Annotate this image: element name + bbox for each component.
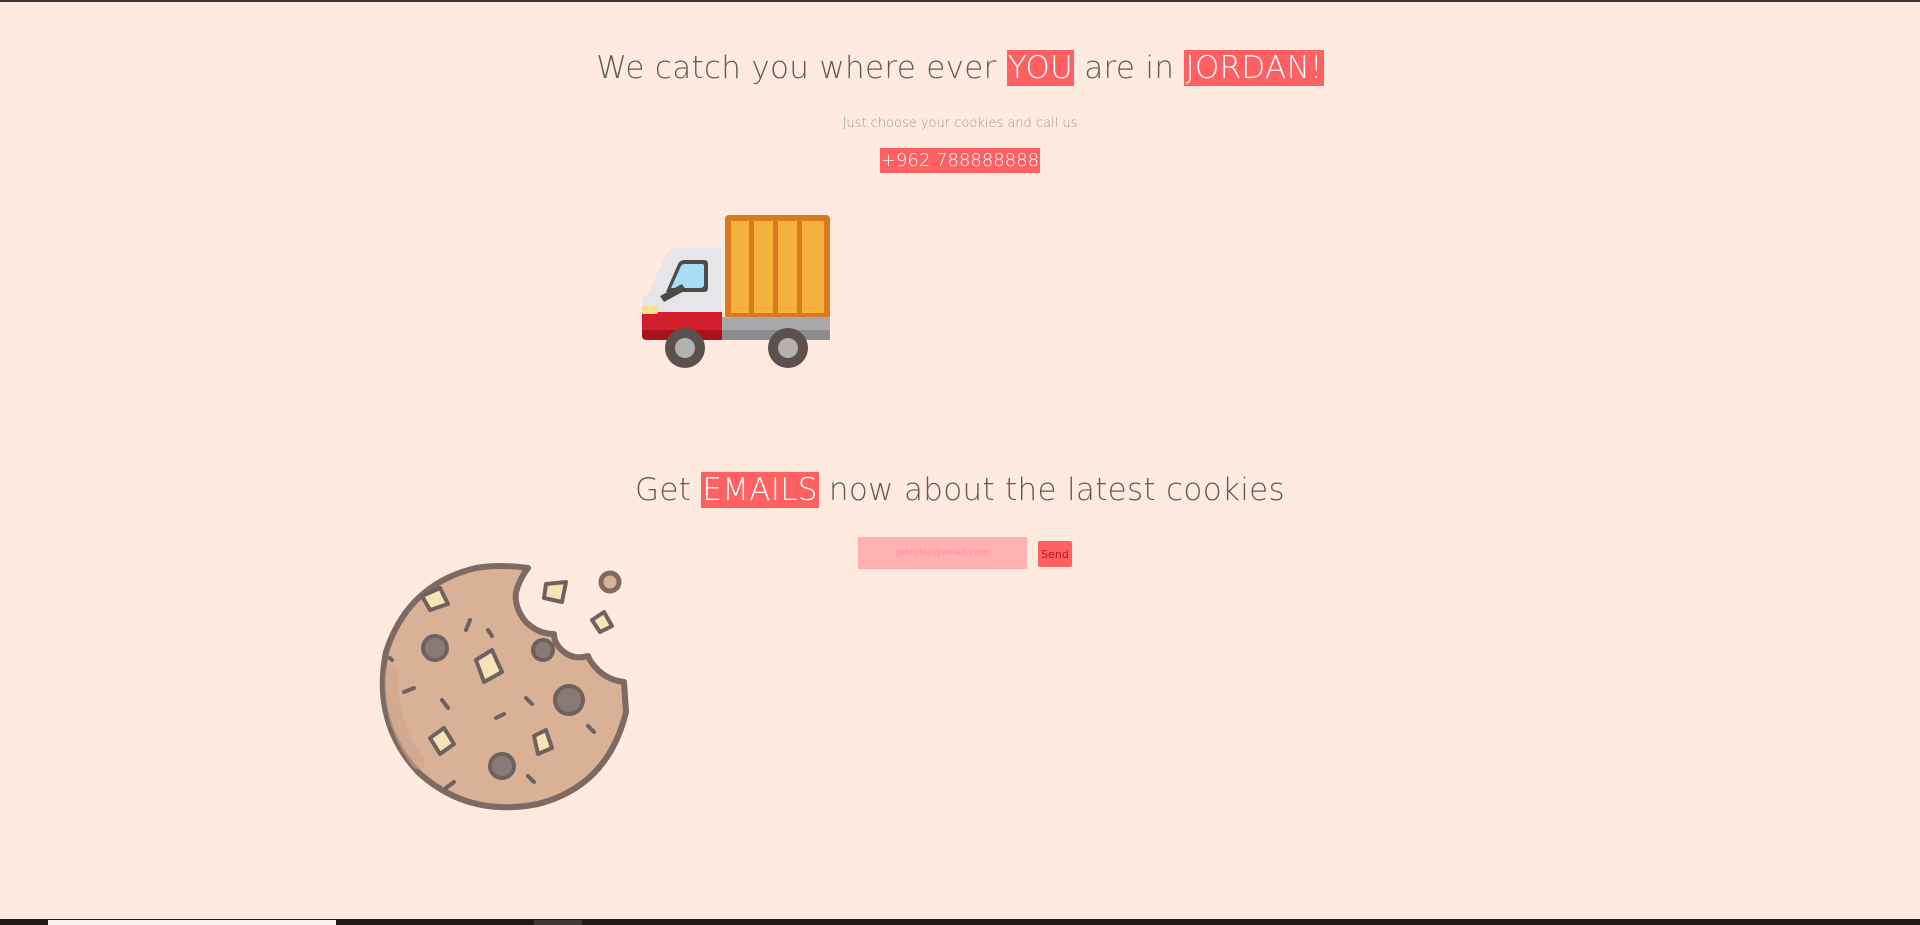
- send-button[interactable]: Send: [1038, 541, 1072, 567]
- delivery-truck-icon: [642, 215, 830, 368]
- newsletter-headline-text-1: Get: [635, 472, 702, 508]
- email-field[interactable]: [858, 537, 1027, 569]
- hero-highlight-you: YOU: [1006, 50, 1075, 86]
- newsletter-highlight-emails: EMAILS: [701, 472, 819, 508]
- window-top-border: [0, 0, 1920, 2]
- hero-highlight-jordan: JORDAN!: [1184, 50, 1324, 86]
- newsletter-headline-text-2: now about the latest cookies: [818, 472, 1285, 508]
- phone-wrapper: +962 788888888: [0, 148, 1920, 173]
- hero-subtitle: Just choose your cookies and call us: [842, 116, 1078, 131]
- phone-number-link[interactable]: +962 788888888: [879, 148, 1041, 173]
- hero-headline: We catch you where ever YOU are in JORDA…: [0, 44, 1920, 92]
- bottom-scrollbar-marker: [534, 920, 582, 925]
- bitten-cookie-icon: [379, 563, 629, 811]
- newsletter-headline: Get EMAILS now about the latest cookies: [0, 466, 1920, 514]
- hero-headline-text-2: are in: [1074, 50, 1185, 86]
- hero-headline-text-1: We catch you where ever: [596, 50, 1007, 86]
- bottom-scrollbar-thumb[interactable]: [48, 920, 336, 925]
